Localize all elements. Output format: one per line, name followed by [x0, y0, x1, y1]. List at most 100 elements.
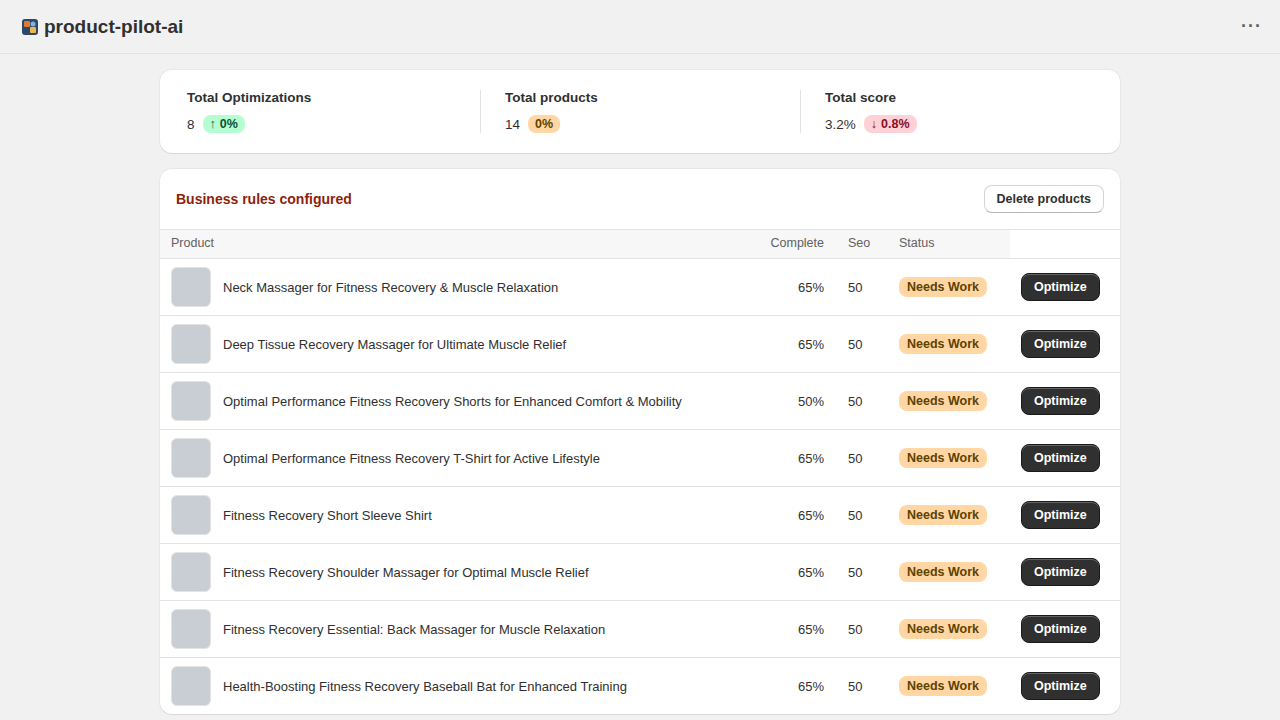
product-cell: Fitness Recovery Essential: Back Massage… — [160, 601, 748, 657]
trend-value: 0% — [535, 117, 553, 131]
stat-value: 8 — [187, 117, 195, 132]
product-cell: Optimal Performance Fitness Recovery T-S… — [160, 430, 748, 486]
table-row[interactable]: Fitness Recovery Shoulder Massager for O… — [160, 543, 1120, 600]
product-cell: Neck Massager for Fitness Recovery & Mus… — [160, 259, 748, 315]
stat-value-row: 8 ↑ 0% — [187, 115, 453, 133]
stat-label: Total score — [825, 90, 1093, 105]
product-cell: Fitness Recovery Short Sleeve Shirt — [160, 487, 748, 543]
status-cell: Needs Work — [888, 391, 1010, 411]
product-thumbnail — [171, 495, 211, 535]
action-cell: Optimize — [1010, 672, 1120, 700]
action-cell: Optimize — [1010, 273, 1120, 301]
status-badge: Needs Work — [899, 619, 987, 639]
product-title[interactable]: Fitness Recovery Short Sleeve Shirt — [223, 508, 432, 523]
stat-value: 3.2% — [825, 117, 856, 132]
product-title[interactable]: Deep Tissue Recovery Massager for Ultima… — [223, 337, 566, 352]
product-title[interactable]: Neck Massager for Fitness Recovery & Mus… — [223, 280, 558, 295]
optimize-button[interactable]: Optimize — [1021, 273, 1100, 301]
status-cell: Needs Work — [888, 277, 1010, 297]
app-logo-icon — [22, 19, 38, 35]
table-row[interactable]: Health-Boosting Fitness Recovery Basebal… — [160, 657, 1120, 714]
table-header: ProductCompleteSeoStatus — [160, 229, 1120, 258]
product-thumbnail — [171, 609, 211, 649]
seo-cell: 50 — [838, 280, 888, 295]
column-header: Product — [160, 230, 748, 258]
product-title[interactable]: Optimal Performance Fitness Recovery T-S… — [223, 451, 600, 466]
optimize-button[interactable]: Optimize — [1021, 330, 1100, 358]
status-cell: Needs Work — [888, 562, 1010, 582]
optimize-button[interactable]: Optimize — [1021, 615, 1100, 643]
stats-card: Total Optimizations 8 ↑ 0% Total products 14 0… — [160, 70, 1120, 153]
complete-cell: 65% — [748, 622, 838, 637]
optimize-button[interactable]: Optimize — [1021, 444, 1100, 472]
status-cell: Needs Work — [888, 448, 1010, 468]
optimize-button[interactable]: Optimize — [1021, 558, 1100, 586]
delete-products-button[interactable]: Delete products — [984, 185, 1104, 213]
action-cell: Optimize — [1010, 387, 1120, 415]
trend-badge: ↑ 0% — [203, 115, 245, 133]
stat-label: Total Optimizations — [187, 90, 453, 105]
table-row[interactable]: Fitness Recovery Essential: Back Massage… — [160, 600, 1120, 657]
stat-value-row: 14 0% — [505, 115, 773, 133]
product-thumbnail — [171, 666, 211, 706]
trend-arrow-icon: ↑ — [210, 117, 216, 131]
product-title[interactable]: Fitness Recovery Essential: Back Massage… — [223, 622, 605, 637]
trend-value: 0% — [220, 117, 238, 131]
app-title: product-pilot-ai — [44, 16, 183, 38]
product-title[interactable]: Fitness Recovery Shoulder Massager for O… — [223, 565, 589, 580]
trend-value: 0.8% — [881, 117, 910, 131]
product-thumbnail — [171, 381, 211, 421]
rules-notice: Business rules configured — [176, 191, 352, 207]
action-cell: Optimize — [1010, 615, 1120, 643]
product-title[interactable]: Health-Boosting Fitness Recovery Basebal… — [223, 679, 627, 694]
optimize-button[interactable]: Optimize — [1021, 501, 1100, 529]
product-cell: Fitness Recovery Shoulder Massager for O… — [160, 544, 748, 600]
seo-cell: 50 — [838, 451, 888, 466]
product-thumbnail — [171, 438, 211, 478]
table-row[interactable]: Fitness Recovery Short Sleeve Shirt65%50… — [160, 486, 1120, 543]
stat-item: Total Optimizations 8 ↑ 0% — [160, 90, 480, 133]
status-badge: Needs Work — [899, 448, 987, 468]
product-cell: Optimal Performance Fitness Recovery Sho… — [160, 373, 748, 429]
column-header: Seo — [838, 230, 888, 258]
action-cell: Optimize — [1010, 444, 1120, 472]
complete-cell: 65% — [748, 565, 838, 580]
stat-item: Total products 14 0% — [480, 90, 800, 133]
optimize-button[interactable]: Optimize — [1021, 672, 1100, 700]
trend-badge: ↓ 0.8% — [864, 115, 917, 133]
product-cell: Health-Boosting Fitness Recovery Basebal… — [160, 658, 748, 714]
stat-value: 14 — [505, 117, 520, 132]
status-badge: Needs Work — [899, 391, 987, 411]
seo-cell: 50 — [838, 394, 888, 409]
stat-value-row: 3.2% ↓ 0.8% — [825, 115, 1093, 133]
stat-label: Total products — [505, 90, 773, 105]
app-header: product-pilot-ai ··· — [0, 0, 1280, 54]
status-cell: Needs Work — [888, 505, 1010, 525]
trend-badge: 0% — [528, 115, 560, 133]
trend-arrow-icon: ↓ — [871, 117, 877, 131]
app-page: product-pilot-ai ··· Total Optimizations 8 ↑… — [0, 0, 1280, 720]
seo-cell: 50 — [838, 622, 888, 637]
products-card: Business rules configured Delete products… — [160, 169, 1120, 714]
complete-cell: 65% — [748, 508, 838, 523]
optimize-button[interactable]: Optimize — [1021, 387, 1100, 415]
action-cell: Optimize — [1010, 558, 1120, 586]
table-row[interactable]: Optimal Performance Fitness Recovery T-S… — [160, 429, 1120, 486]
seo-cell: 50 — [838, 565, 888, 580]
product-cell: Deep Tissue Recovery Massager for Ultima… — [160, 316, 748, 372]
seo-cell: 50 — [838, 679, 888, 694]
product-thumbnail — [171, 267, 211, 307]
status-badge: Needs Work — [899, 505, 987, 525]
product-thumbnail — [171, 552, 211, 592]
complete-cell: 65% — [748, 451, 838, 466]
table-row[interactable]: Neck Massager for Fitness Recovery & Mus… — [160, 258, 1120, 315]
status-cell: Needs Work — [888, 619, 1010, 639]
status-badge: Needs Work — [899, 334, 987, 354]
table-row[interactable]: Optimal Performance Fitness Recovery Sho… — [160, 372, 1120, 429]
app-brand: product-pilot-ai — [22, 16, 183, 38]
product-title[interactable]: Optimal Performance Fitness Recovery Sho… — [223, 394, 682, 409]
table-row[interactable]: Deep Tissue Recovery Massager for Ultima… — [160, 315, 1120, 372]
complete-cell: 65% — [748, 679, 838, 694]
complete-cell: 50% — [748, 394, 838, 409]
more-menu-button[interactable]: ··· — [1235, 14, 1268, 39]
